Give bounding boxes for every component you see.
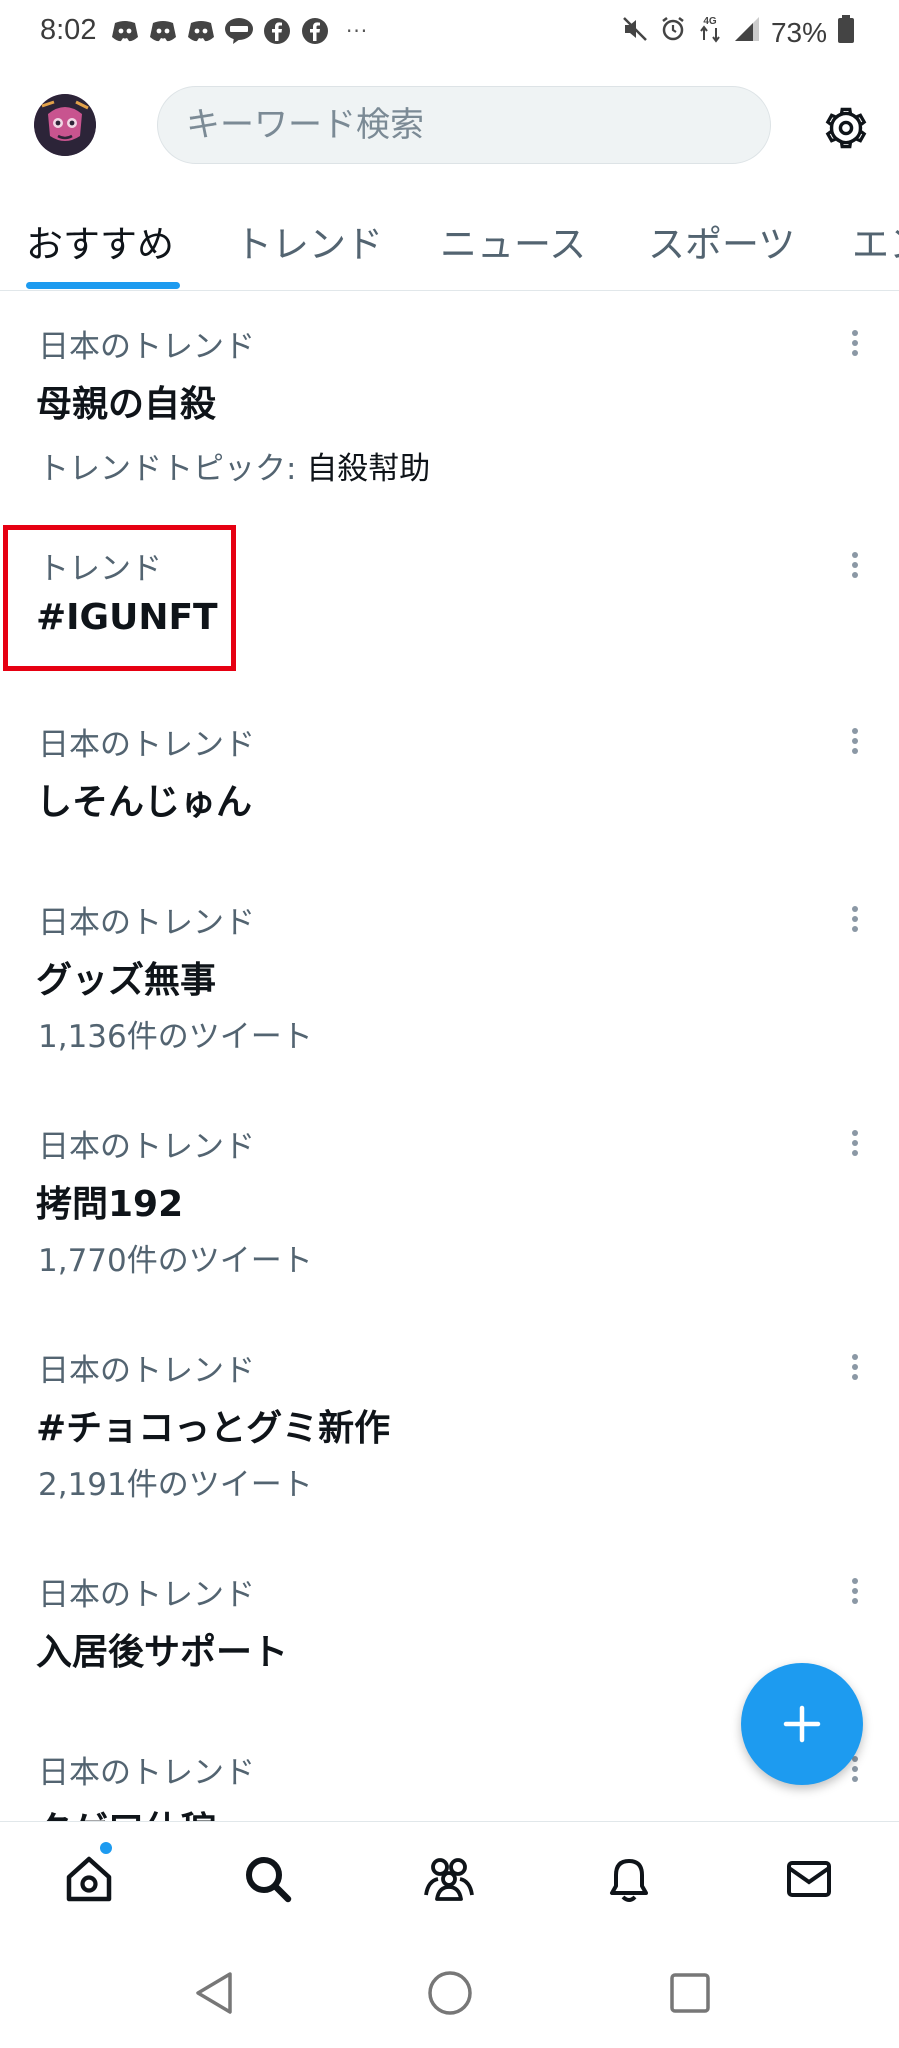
tweet-count: 1,770件のツイート	[38, 1243, 313, 1279]
trend-context: 日本のトレンド	[38, 1353, 255, 1389]
communities-icon[interactable]	[418, 1848, 480, 1910]
more-options-icon[interactable]	[840, 899, 870, 939]
trend-item[interactable]: 日本のトレンド グッズ無事 1,136件のツイート	[0, 871, 899, 1095]
back-triangle-icon[interactable]	[184, 1963, 244, 2023]
discord-icon	[148, 16, 178, 46]
explore-header	[0, 66, 899, 186]
trend-context: 日本のトレンド	[38, 1755, 255, 1791]
active-tab-indicator	[26, 282, 180, 289]
compose-tweet-button[interactable]	[741, 1663, 863, 1785]
mute-icon	[621, 15, 649, 50]
trend-title: グッズ無事	[36, 960, 217, 1001]
facebook-icon	[262, 16, 292, 46]
notification-icons: ···	[110, 16, 368, 46]
search-icon[interactable]	[237, 1848, 299, 1910]
trend-context: 日本のトレンド	[38, 1577, 255, 1613]
status-indicators: 4G 73%	[621, 14, 855, 51]
tab-entertainment[interactable]: エン	[852, 214, 899, 268]
tweet-count: 2,191件のツイート	[38, 1467, 313, 1503]
trend-item[interactable]: 日本のトレンド #チョコっとグミ新作 2,191件のツイート	[0, 1319, 899, 1543]
bottom-navigation	[0, 1821, 899, 1944]
status-bar: 8:02 ··· 4G 73%	[0, 0, 899, 66]
trend-item[interactable]: 日本のトレンド 母親の自殺 トレンドトピック: 自殺幇助	[0, 291, 899, 513]
battery-icon	[837, 14, 855, 51]
network-4g-icon: 4G	[697, 14, 723, 51]
red-highlight-box	[3, 525, 236, 671]
tab-recommended[interactable]: おすすめ	[26, 214, 174, 268]
more-notifications-indicator: ···	[346, 19, 369, 43]
unread-dot	[100, 1842, 112, 1854]
trend-list: 日本のトレンド 母親の自殺 トレンドトピック: 自殺幇助 トレンド #IGUNF…	[0, 291, 899, 1821]
tab-news[interactable]: ニュース	[440, 214, 586, 268]
more-options-icon[interactable]	[840, 1123, 870, 1163]
trend-item[interactable]: 日本のトレンド 拷問192 1,770件のツイート	[0, 1095, 899, 1319]
trend-topic-label: トレンドトピック:	[38, 451, 307, 487]
settings-gear-icon[interactable]	[818, 100, 874, 156]
line-icon	[224, 16, 254, 46]
home-icon[interactable]	[58, 1848, 120, 1910]
signal-strength-icon	[733, 15, 761, 50]
trend-context: 日本のトレンド	[38, 727, 255, 763]
trend-context: 日本のトレンド	[38, 329, 255, 365]
tab-sports[interactable]: スポーツ	[648, 214, 795, 268]
more-options-icon[interactable]	[840, 323, 870, 363]
home-circle-icon[interactable]	[420, 1963, 480, 2023]
trend-context: 日本のトレンド	[38, 1129, 255, 1165]
status-time: 8:02	[40, 14, 97, 46]
search-input[interactable]	[184, 104, 770, 146]
trend-title: タゲ口仕稼	[36, 1801, 216, 1821]
plus-icon	[783, 1705, 821, 1743]
explore-tabs: おすすめ トレンド ニュース スポーツ エン	[0, 196, 899, 291]
discord-icon	[110, 16, 140, 46]
trend-title: しそんじゅん	[36, 782, 253, 823]
trend-topic-value[interactable]: 自殺幇助	[306, 451, 430, 487]
svg-text:4G: 4G	[703, 16, 717, 27]
facebook-icon	[300, 16, 330, 46]
discord-icon	[186, 16, 216, 46]
tab-trending[interactable]: トレンド	[235, 214, 383, 268]
trend-title: 拷問192	[36, 1184, 184, 1225]
messages-envelope-icon[interactable]	[778, 1848, 840, 1910]
notifications-bell-icon[interactable]	[598, 1848, 660, 1910]
android-navigation-bar	[0, 1943, 899, 2048]
tweet-count: 1,136件のツイート	[38, 1019, 313, 1055]
trend-title: #チョコっとグミ新作	[36, 1408, 391, 1449]
battery-percentage: 73%	[770, 16, 827, 48]
trend-item[interactable]: 日本のトレンド しそんじゅん	[0, 693, 899, 871]
alarm-icon	[659, 15, 687, 50]
search-bar[interactable]	[157, 86, 771, 164]
trend-topic: トレンドトピック: 自殺幇助	[38, 443, 430, 488]
more-options-icon[interactable]	[840, 1571, 870, 1611]
trend-context: 日本のトレンド	[38, 905, 255, 941]
more-options-icon[interactable]	[840, 1347, 870, 1387]
trend-title: 母親の自殺	[36, 384, 217, 425]
profile-avatar[interactable]	[34, 94, 96, 156]
more-options-icon[interactable]	[840, 721, 870, 761]
trend-title: 入居後サポート	[36, 1632, 289, 1673]
more-options-icon[interactable]	[840, 545, 870, 585]
recents-square-icon[interactable]	[660, 1963, 720, 2023]
